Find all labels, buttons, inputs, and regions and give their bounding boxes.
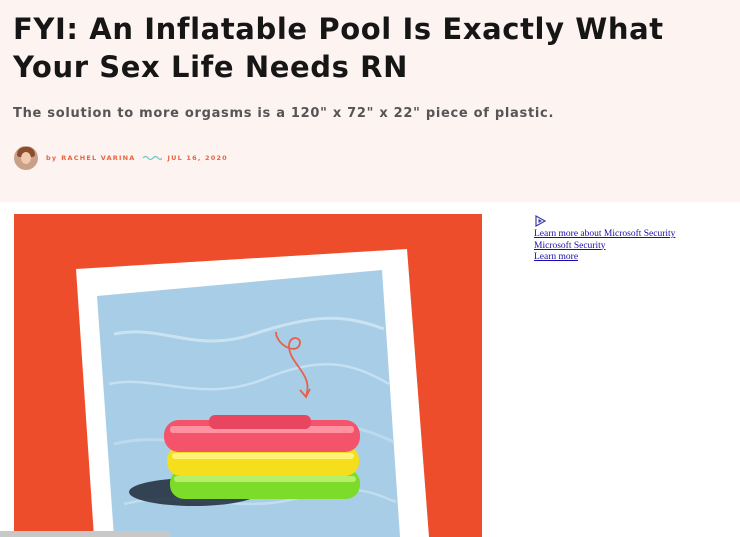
hero-image bbox=[14, 214, 482, 537]
squiggle-divider-icon bbox=[142, 155, 162, 161]
article-subtitle: The solution to more orgasms is a 120" x… bbox=[13, 106, 555, 121]
sidebar-ad: Learn more about Microsoft Security Micr… bbox=[534, 215, 675, 264]
author-name-link[interactable]: RACHEL VARINA bbox=[61, 154, 135, 162]
inflatable-pool-photo bbox=[14, 214, 482, 537]
ad-link-learn-more-security[interactable]: Learn more about Microsoft Security bbox=[534, 229, 675, 241]
byline: by RACHEL VARINA JUL 16, 2020 bbox=[14, 145, 228, 171]
adchoices-play-icon[interactable] bbox=[534, 215, 546, 227]
byline-prefix: by bbox=[46, 154, 58, 162]
bottom-scrollbar[interactable] bbox=[0, 531, 170, 537]
article-title: FYI: An Inflatable Pool Is Exactly What … bbox=[13, 12, 664, 84]
article-header: FYI: An Inflatable Pool Is Exactly What … bbox=[0, 0, 740, 202]
author-avatar[interactable] bbox=[14, 146, 38, 170]
ad-link-microsoft-security[interactable]: Microsoft Security bbox=[534, 241, 675, 253]
publish-date: JUL 16, 2020 bbox=[167, 154, 228, 162]
ad-link-learn-more[interactable]: Learn more bbox=[534, 252, 675, 264]
